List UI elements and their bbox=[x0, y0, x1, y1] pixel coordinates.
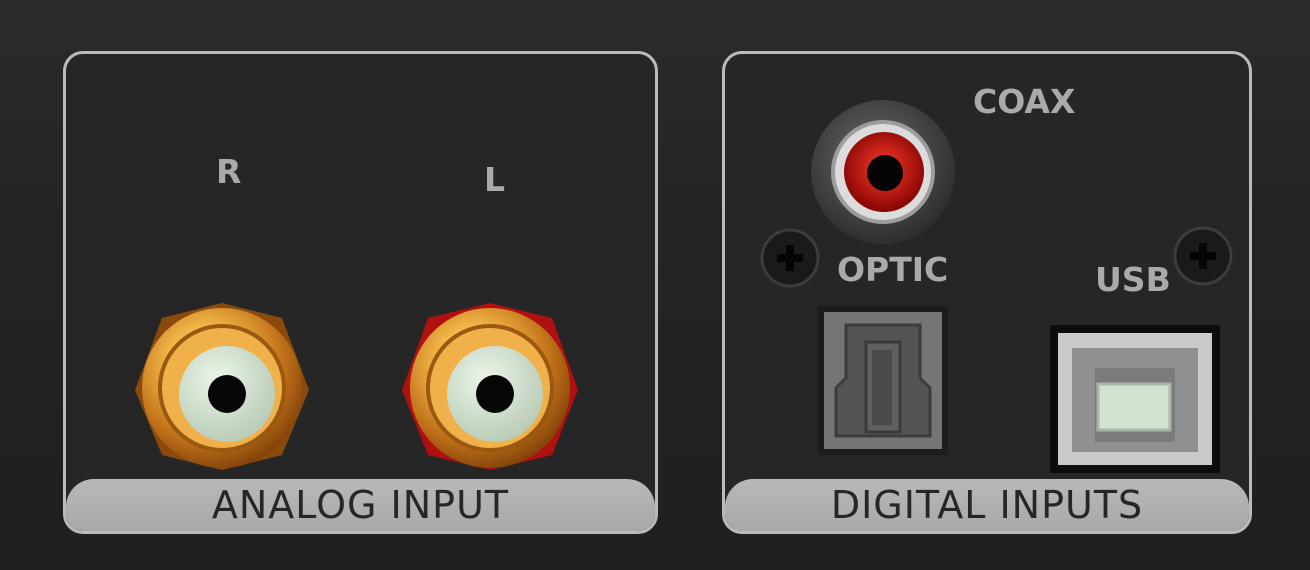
coax-label: COAX bbox=[973, 82, 1076, 121]
left-channel-label: L bbox=[484, 160, 506, 199]
right-channel-label: R bbox=[216, 152, 242, 191]
digital-inputs-title: DIGITAL INPUTS bbox=[725, 479, 1249, 531]
analog-input-panel: R L ANALOG INPUT bbox=[63, 51, 658, 534]
analog-input-title: ANALOG INPUT bbox=[66, 479, 655, 531]
usb-label: USB bbox=[1095, 260, 1171, 299]
optic-label: OPTIC bbox=[837, 250, 949, 289]
digital-inputs-panel: COAX OPTIC USB DIGITAL INPUTS bbox=[722, 51, 1252, 534]
